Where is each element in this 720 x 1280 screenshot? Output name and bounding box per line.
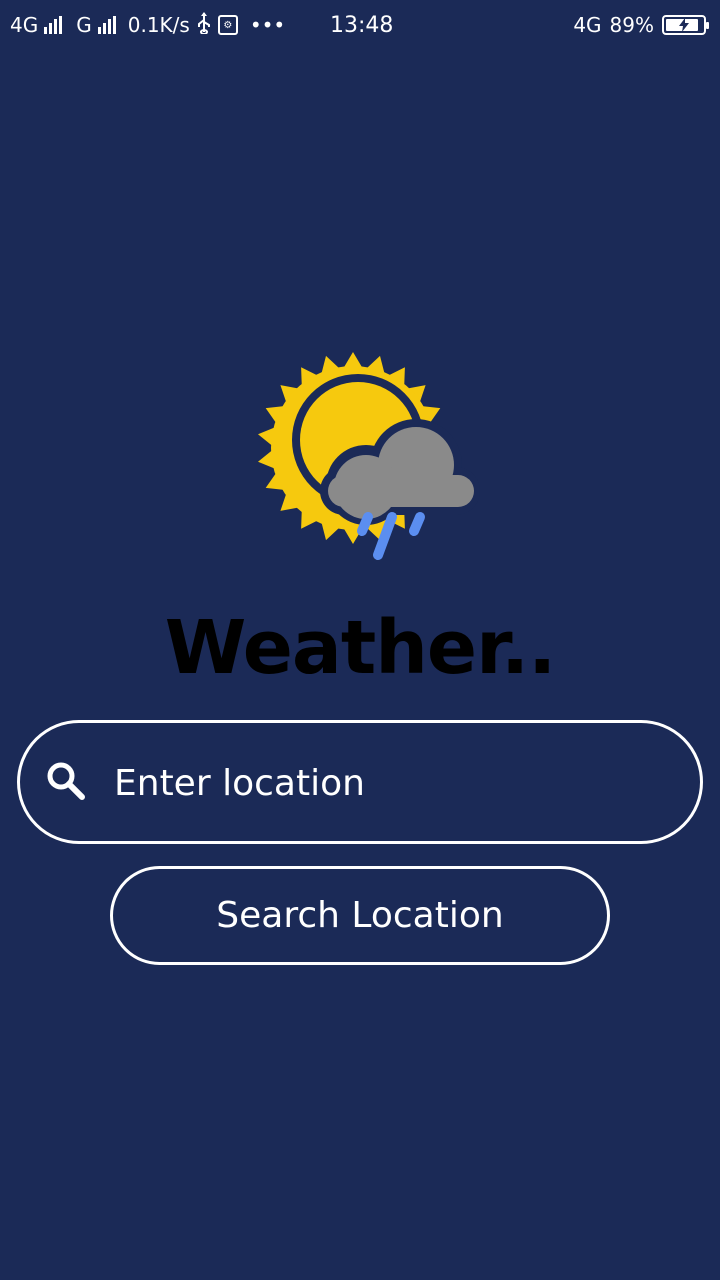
network-type-right: 4G	[573, 13, 602, 37]
signal-strength-icon	[44, 16, 63, 34]
search-location-label: Search Location	[216, 895, 504, 936]
status-bar-right: 4G 89%	[573, 0, 709, 50]
charging-bolt-icon	[679, 18, 689, 32]
network-speed: 0.1K/s	[127, 13, 190, 37]
usb-icon	[196, 11, 212, 39]
location-search-field[interactable]	[17, 720, 703, 844]
more-notifications-icon: •••	[249, 13, 286, 37]
network-type-2: G	[76, 13, 92, 37]
search-icon	[46, 761, 86, 801]
clock: 13:48	[330, 12, 394, 38]
network-type-1: 4G	[10, 13, 39, 37]
signal-strength-icon	[97, 16, 116, 34]
app-title: Weather..	[164, 605, 557, 691]
sun-cloud-rain-icon	[258, 352, 480, 560]
weather-logo	[258, 345, 480, 565]
debug-icon: ⚙	[217, 15, 238, 35]
status-bar-left: 4G G 0.1K/s ⚙ •••	[10, 0, 285, 50]
search-location-button[interactable]: Search Location	[110, 866, 610, 965]
battery-icon	[662, 15, 709, 35]
location-input[interactable]	[114, 755, 674, 811]
status-bar: 4G G 0.1K/s ⚙ ••• 13:48 4G 89%	[0, 0, 720, 50]
battery-percent: 89%	[609, 13, 654, 37]
